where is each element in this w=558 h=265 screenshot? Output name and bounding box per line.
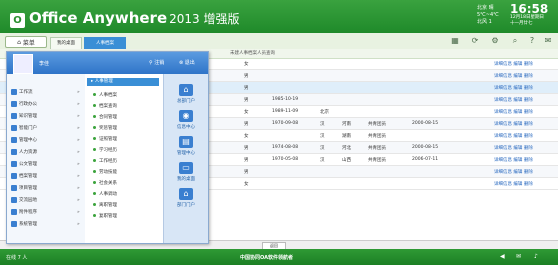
app-title: Office Anywhere 2013 增强版 — [29, 9, 240, 27]
online-count[interactable]: 在线 7 人 — [6, 254, 27, 261]
menu-category[interactable]: 知识管理» — [11, 112, 83, 122]
apps-icon[interactable]: ▦ — [450, 36, 460, 46]
desktop-icon: ▭ — [179, 162, 193, 174]
quick-link[interactable]: ▭ 我的桌面 — [171, 162, 201, 182]
submenu-item[interactable]: 学习经历 — [93, 147, 117, 153]
row-actions[interactable]: 详细信息 编辑 删除 — [494, 97, 533, 103]
menu-category[interactable]: 工作流» — [11, 88, 83, 98]
exit-button[interactable]: ⊗ 退出 — [179, 59, 195, 66]
tab-my-desktop[interactable]: 我的桌面 — [50, 37, 82, 49]
weather-wind: 北风 1 — [477, 19, 492, 25]
row-actions[interactable]: 详细信息 编辑 删除 — [494, 121, 533, 127]
category-icon — [11, 196, 17, 203]
weather-panel[interactable]: 北京 晴 5℃~4℃ 北风 1 — [477, 5, 499, 26]
category-icon — [11, 100, 17, 107]
sound-icon[interactable]: ♪ — [534, 253, 538, 260]
row-actions[interactable]: 详细信息 编辑 删除 — [494, 61, 533, 67]
category-icon — [11, 172, 17, 179]
menu-category[interactable]: 系统管理» — [11, 220, 83, 230]
menu-category[interactable]: 智能门户» — [11, 124, 83, 134]
menu-category[interactable]: 附件程序» — [11, 208, 83, 218]
category-icon — [11, 124, 17, 131]
submenu-item[interactable]: 人事调动 — [93, 191, 117, 197]
user-name: 李佳 — [39, 61, 50, 67]
quick-link[interactable]: ⌂ 部门门户 — [171, 188, 201, 208]
row-actions[interactable]: 详细信息 编辑 删除 — [494, 145, 533, 151]
category-icon — [11, 160, 17, 167]
logout-button[interactable]: ⚲ 注销 — [149, 59, 164, 66]
menu-category[interactable]: 交流园地» — [11, 196, 83, 206]
row-actions[interactable]: 详细信息 编辑 删除 — [494, 85, 533, 91]
menu-category[interactable]: 人力资源» — [11, 148, 83, 158]
start-menu-panel: 李佳 ⚲ 注销 ⊗ 退出 工作流» 行政办公» 知识管理» 智能门户» 管理中心… — [6, 51, 209, 244]
submenu-item[interactable]: 离职管理 — [93, 202, 117, 208]
category-icon — [11, 148, 17, 155]
submenu-item[interactable]: 奖惩管理 — [93, 125, 117, 131]
submenu-item[interactable]: 证照管理 — [93, 136, 117, 142]
home-icon: ⌂ — [179, 84, 193, 96]
weather-temp: 5℃~4℃ — [477, 12, 499, 18]
notify-icon[interactable]: ◀ — [500, 253, 505, 260]
content-subbar-title: 未建人事档案人员查询 — [230, 51, 275, 56]
submenu-item[interactable]: 劳动技能 — [93, 169, 117, 175]
status-footer: 在线 7 人 中国协同OA软件领航者 ◀ ✉ ♪ — [0, 249, 558, 265]
submenu-item[interactable]: 人事档案 — [93, 92, 117, 98]
lunar-date: 十一月廿七 — [510, 21, 533, 26]
menu-category[interactable]: 公文管理» — [11, 160, 83, 170]
row-actions[interactable]: 详细信息 编辑 删除 — [494, 109, 533, 115]
tab-bar: ⌂ 菜单 我的桌面 人事档案 ▦ ⟳ ⚙ ⌕ ? ✉ — [0, 33, 558, 50]
menu-category[interactable]: 行政办公» — [11, 100, 83, 110]
submenu-list: ▸ 人事管理 人事档案 档案查询 合同管理 奖惩管理 证照管理 学习经历 工作经… — [85, 74, 164, 243]
footer-slogan: 中国协同OA软件领航者 — [240, 255, 293, 261]
start-menu-button[interactable]: ⌂ 菜单 — [5, 36, 47, 48]
avatar[interactable] — [13, 54, 33, 74]
category-icon — [11, 112, 17, 119]
quick-link[interactable]: ⌂ 总部门户 — [171, 84, 201, 104]
row-actions[interactable]: 详细信息 编辑 删除 — [494, 181, 533, 187]
top-header: O Office Anywhere 2013 增强版 北京 晴 5℃~4℃ 北风 … — [0, 0, 558, 33]
app-version: 2013 增强版 — [169, 12, 240, 26]
date-panel: 12月18日星期日 十一月廿七 — [510, 15, 544, 27]
category-icon — [11, 208, 17, 215]
quick-link[interactable]: ▤ 管理中心 — [171, 136, 201, 156]
home-icon: ⌂ — [17, 38, 21, 46]
weather-city: 北京 — [477, 5, 488, 11]
refresh-icon[interactable]: ⟳ — [470, 36, 480, 46]
message-icon[interactable]: ✉ — [516, 253, 521, 260]
submenu-item[interactable]: 工作经历 — [93, 158, 117, 164]
submenu-item[interactable]: 档案查询 — [93, 103, 117, 109]
category-icon — [11, 184, 17, 191]
chart-icon: ▤ — [179, 136, 193, 148]
clock: 16:58 — [510, 2, 549, 16]
submenu-item[interactable]: 社会关系 — [93, 180, 117, 186]
submenu-item[interactable]: 复职管理 — [93, 213, 117, 219]
row-actions[interactable]: 详细信息 编辑 删除 — [494, 169, 533, 175]
category-icon — [11, 136, 17, 143]
search-icon[interactable]: ⌕ — [510, 36, 520, 46]
app-logo: O — [10, 13, 25, 28]
settings-icon[interactable]: ⚙ — [490, 36, 500, 46]
weather-info: 晴 — [488, 5, 494, 11]
menu-category[interactable]: 档案管理» — [11, 172, 83, 182]
start-menu-header: 李佳 ⚲ 注销 ⊗ 退出 — [7, 52, 208, 74]
quick-link[interactable]: ◉ 信息中心 — [171, 110, 201, 130]
submenu-header[interactable]: ▸ 人事管理 — [87, 78, 159, 86]
menu-category[interactable]: 项目管理» — [11, 184, 83, 194]
submenu-item[interactable]: 合同管理 — [93, 114, 117, 120]
help-icon[interactable]: ? — [527, 36, 537, 46]
row-actions[interactable]: 详细信息 编辑 删除 — [494, 73, 533, 79]
row-actions[interactable]: 详细信息 编辑 删除 — [494, 133, 533, 139]
department-icon: ⌂ — [179, 188, 193, 200]
menu-category[interactable]: 管理中心» — [11, 136, 83, 146]
row-actions[interactable]: 详细信息 编辑 删除 — [494, 157, 533, 163]
mail-icon[interactable]: ✉ — [543, 36, 553, 46]
category-icon — [11, 220, 17, 227]
quick-links: ⌂ 总部门户 ◉ 信息中心 ▤ 管理中心 ▭ 我的桌面 ⌂ 部门门户 — [163, 74, 208, 243]
tab-personnel-archive[interactable]: 人事档案 — [84, 37, 126, 49]
menu-category-list: 工作流» 行政办公» 知识管理» 智能门户» 管理中心» 人力资源» 公文管理»… — [7, 74, 86, 243]
category-icon — [11, 88, 17, 95]
info-icon: ◉ — [179, 110, 193, 122]
